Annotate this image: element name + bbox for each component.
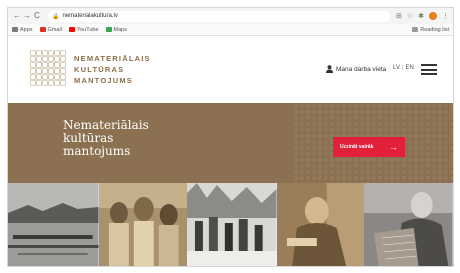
kokle-player-photo[interactable] [364,183,453,266]
snow-procession-photo-image [187,183,277,266]
reading-list-icon [412,27,419,32]
language-switcher: LV | EN [393,65,414,71]
apps-icon [12,27,18,32]
lock-icon: 🔒 [52,13,60,20]
site-logo-text[interactable]: NEMATERIĀLAIS KULTŪRAS MANTOJUMS [74,53,151,86]
sepia-craftsman-photo[interactable] [276,183,365,266]
forward-icon[interactable]: → [22,8,32,24]
arrow-right-icon: → [389,141,398,152]
sepia-craftsman-photo-image [276,183,365,266]
address-url: nematerialakultura.lv [62,13,118,19]
reload-icon[interactable]: C [32,8,42,24]
address-bar[interactable]: 🔒 nematerialakultura.lv [48,10,390,22]
account-link[interactable]: Mana darba vieta [326,65,386,73]
winter-river-photo-image [8,183,99,266]
lang-lv[interactable]: LV [393,65,400,71]
youtube-icon [68,27,75,32]
browser-toolbar: ← → C 🔒 nematerialakultura.lv ⊞ ☆ ✱ ⋮ [8,8,453,24]
lang-separator: | [401,65,404,71]
bookmark-maps[interactable]: Maps [105,27,127,33]
folk-costume-crowd-photo[interactable] [98,183,188,266]
hero-title-line-3: mantojums [63,144,131,158]
hero-title: Nemateriālais kultūras mantojums [63,119,149,158]
learn-more-button[interactable]: Uzzināt vairāk → [333,137,405,157]
logo-line-2: KULTŪRAS [74,65,125,74]
bookmark-youtube[interactable]: YouTube [68,27,99,33]
browser-menu-icon[interactable]: ⋮ [442,12,449,20]
logo-line-3: MANTOJUMS [74,76,133,85]
logo-pattern-icon[interactable] [30,50,66,86]
lang-en[interactable]: EN [405,65,413,71]
hamburger-menu-icon[interactable] [421,64,437,75]
learn-more-label: Uzzināt vairāk [340,144,374,150]
bookmark-apps[interactable]: Apps [12,27,33,33]
hero-banner: Nemateriālais kultūras mantojums Uzzināt… [8,103,453,183]
extension-icon[interactable]: ✱ [418,12,424,20]
browser-window: ← → C 🔒 nematerialakultura.lv ⊞ ☆ ✱ ⋮ Ap… [7,7,454,267]
snow-procession-photo[interactable] [187,183,277,266]
winter-river-photo[interactable] [8,183,99,266]
photo-strip [8,183,453,266]
back-icon[interactable]: ← [12,8,22,24]
translate-icon[interactable]: ⊞ [396,12,402,20]
kokle-player-photo-image [364,183,453,266]
logo-line-1: NEMATERIĀLAIS [74,54,151,63]
extensions-area: ⊞ ☆ ✱ ⋮ [396,12,449,20]
user-icon [326,65,333,73]
bookmark-gmail[interactable]: Gmail [39,27,62,33]
folk-costume-crowd-photo-image [98,183,188,266]
site-header: NEMATERIĀLAIS KULTŪRAS MANTOJUMS Mana da… [8,37,453,103]
profile-avatar[interactable] [429,12,437,20]
account-label: Mana darba vieta [336,65,387,73]
maps-icon [105,27,112,32]
gmail-icon [39,27,46,32]
star-icon[interactable]: ☆ [407,12,413,20]
reading-list[interactable]: Reading list [412,27,449,33]
bookmarks-bar: Apps Gmail YouTube Maps Reading list [8,24,453,36]
